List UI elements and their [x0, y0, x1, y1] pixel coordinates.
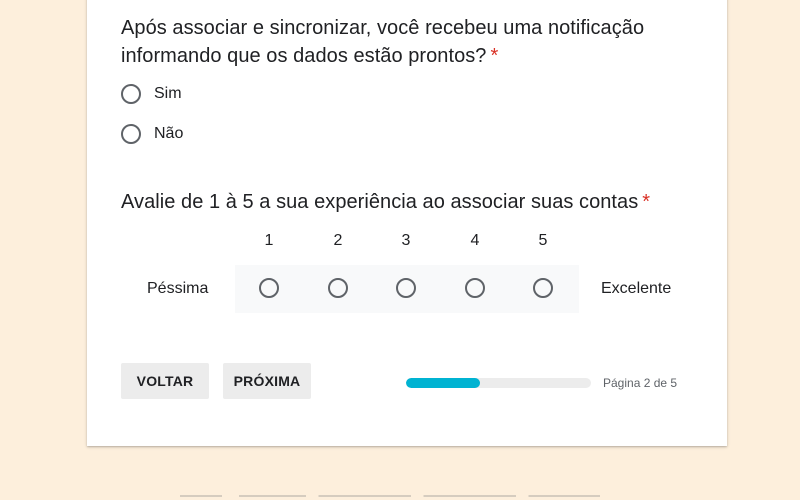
scale-radio-3[interactable]: [396, 278, 416, 298]
progress-bar-fill: [406, 378, 480, 388]
radio-option-nao[interactable]: Não: [121, 122, 183, 146]
scale-high-label: Excelente: [601, 280, 672, 297]
back-button[interactable]: VOLTAR: [121, 363, 209, 399]
question-experience-title: Avalie de 1 à 5 a sua experiência ao ass…: [121, 188, 701, 216]
scale-low-label: Péssima: [147, 280, 209, 297]
radio-option-sim[interactable]: Sim: [121, 82, 182, 106]
radio-unchecked-icon[interactable]: [121, 84, 141, 104]
scale-radio-1[interactable]: [259, 278, 279, 298]
form-card: Após associar e sincronizar, você recebe…: [87, 0, 727, 446]
scale-number: 3: [401, 232, 411, 249]
radio-option-label: Sim: [154, 85, 182, 102]
scale-number: 2: [333, 232, 343, 249]
question-title-text: Após associar e sincronizar, você recebe…: [121, 17, 645, 67]
next-button[interactable]: PRÓXIMA: [223, 363, 311, 399]
footer-text-cropped: [180, 490, 600, 500]
question-title-text: Avalie de 1 à 5 a sua experiência ao ass…: [121, 191, 639, 213]
scale-number: 4: [470, 232, 480, 249]
question-notification-title: Após associar e sincronizar, você recebe…: [121, 14, 681, 70]
scale-radio-5[interactable]: [533, 278, 553, 298]
page-indicator: Página 2 de 5: [603, 376, 678, 390]
radio-option-label: Não: [154, 125, 184, 142]
required-asterisk: *: [490, 45, 499, 67]
scale-number: 1: [264, 232, 274, 249]
required-asterisk: *: [642, 191, 651, 213]
scale-radio-2[interactable]: [328, 278, 348, 298]
scale-number: 5: [538, 232, 548, 249]
scale-radio-4[interactable]: [465, 278, 485, 298]
scale-number-row: 1 2 3 4 5: [235, 232, 579, 252]
radio-unchecked-icon[interactable]: [121, 124, 141, 144]
progress-bar: [406, 378, 591, 388]
